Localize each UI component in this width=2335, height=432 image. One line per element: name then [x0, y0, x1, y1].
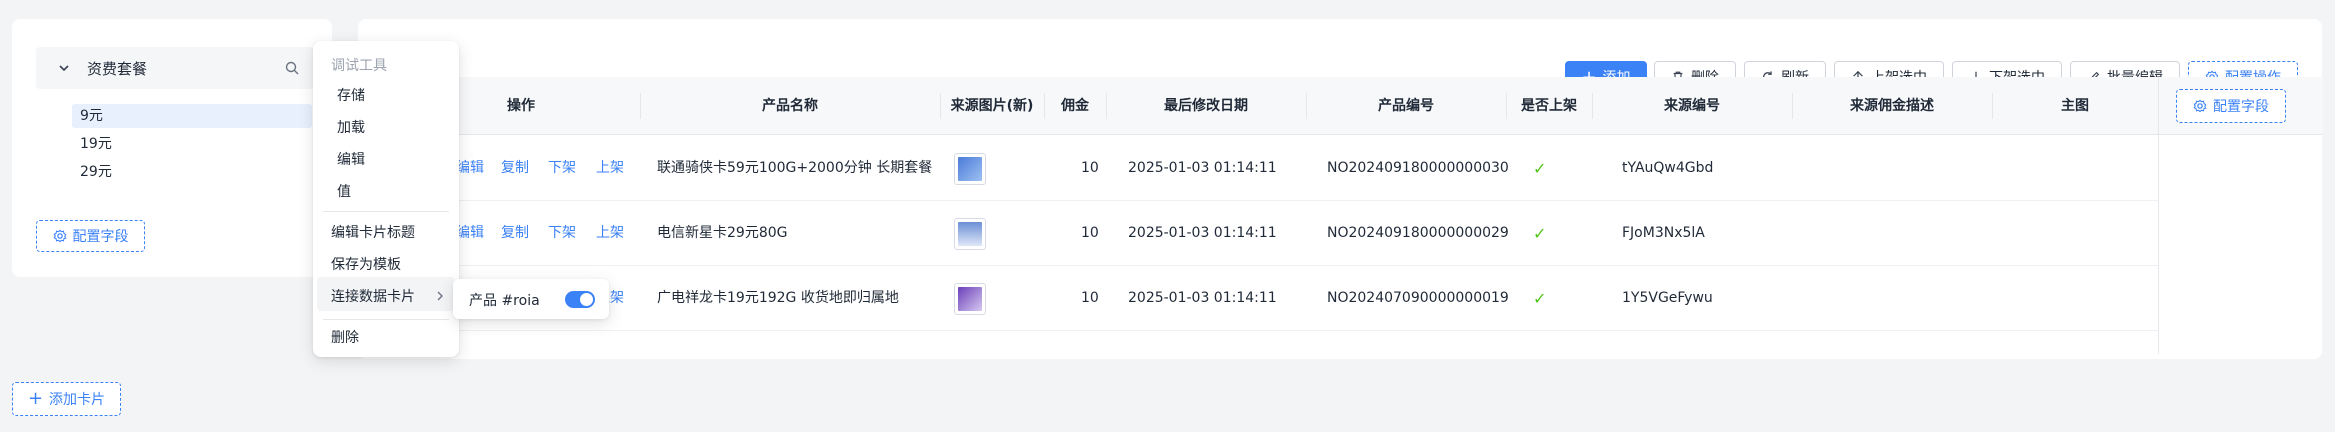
commission: 10	[1081, 290, 1099, 306]
commission: 10	[1081, 225, 1099, 241]
table-config-fields-label: 配置字段	[2213, 99, 2269, 115]
th-source-code: 来源编号	[1664, 98, 1720, 114]
menu-item-load[interactable]: 加载	[337, 117, 365, 137]
menu-group-label: 调试工具	[331, 58, 387, 74]
product-name: 电信新星卡29元80G	[657, 225, 788, 241]
row-edit-link[interactable]: 编辑	[456, 136, 484, 201]
gear-icon	[2193, 99, 2207, 113]
main-table-card: + 添加 删除 刷新 上架选中 下架选中 批量编辑 配置操作 操作 产品名称 来…	[358, 19, 2323, 359]
menu-item-connect-data-card[interactable]: 连接数据卡片	[331, 286, 415, 306]
source-code: 1Y5VGeFywu	[1622, 290, 1713, 306]
config-fields-label: 配置字段	[72, 229, 129, 245]
chevron-down-icon[interactable]	[56, 60, 72, 76]
thumbnail-image	[958, 157, 982, 181]
product-name: 广电祥龙卡19元192G 收货地即归属地	[657, 290, 899, 306]
product-thumbnail[interactable]	[954, 283, 986, 315]
product-code: NO202409180000000029	[1327, 225, 1509, 241]
th-listed: 是否上架	[1521, 98, 1577, 114]
th-modified: 最后修改日期	[1164, 98, 1248, 114]
row-unlist-link[interactable]: 下架	[548, 136, 576, 201]
fixed-column-header: 配置字段	[2159, 77, 2323, 135]
th-commission: 佣金	[1061, 98, 1089, 114]
th-source-desc: 来源佣金描述	[1850, 98, 1934, 114]
menu-divider	[323, 211, 449, 212]
source-code: FJoM3Nx5lA	[1622, 225, 1705, 241]
fixed-right-column: 配置字段	[2158, 77, 2323, 354]
source-code: tYAuQw4Gbd	[1622, 160, 1714, 176]
row-copy-link[interactable]: 复制	[501, 136, 529, 201]
row-list-link[interactable]: 上架	[596, 136, 624, 201]
check-icon: ✓	[1533, 159, 1547, 178]
add-card-button[interactable]: + 添加卡片	[12, 382, 121, 416]
modified-date: 2025-01-03 01:14:11	[1128, 290, 1277, 306]
context-menu: 调试工具 存储 加载 编辑 值 编辑卡片标题 保存为模板 连接数据卡片 删除	[313, 41, 459, 357]
thumbnail-image	[958, 287, 982, 311]
plus-icon: +	[27, 388, 44, 409]
modified-date: 2025-01-03 01:14:11	[1128, 160, 1277, 176]
menu-item-delete[interactable]: 删除	[331, 327, 359, 347]
category-title: 资费套餐	[87, 60, 148, 78]
menu-item-value[interactable]: 值	[337, 181, 351, 201]
config-fields-button[interactable]: 配置字段	[36, 220, 145, 252]
left-card: 资费套餐 9元 19元 29元 配置字段	[12, 19, 332, 277]
th-name: 产品名称	[762, 98, 818, 114]
modified-date: 2025-01-03 01:14:11	[1128, 225, 1277, 241]
commission: 10	[1081, 160, 1099, 176]
table-header: 操作 产品名称 来源图片(新) 佣金 最后修改日期 产品编号 是否上架 来源编号…	[358, 77, 2322, 135]
chevron-right-icon	[437, 291, 443, 301]
menu-item-edit-card-title[interactable]: 编辑卡片标题	[331, 222, 415, 242]
menu-item-save-template[interactable]: 保存为模板	[331, 254, 401, 274]
table-row: 编辑 复制 下架 上架 联通骑侠卡59元100G+2000分钟 长期套餐 10 …	[358, 136, 2158, 201]
product-code: NO202407090000000019	[1327, 290, 1509, 306]
product-thumbnail[interactable]	[954, 153, 986, 185]
price-item-19[interactable]: 19元	[72, 132, 312, 156]
row-list-link[interactable]: 上架	[596, 201, 624, 266]
price-item-29[interactable]: 29元	[72, 160, 312, 184]
th-main-image: 主图	[2061, 98, 2089, 114]
row-edit-link[interactable]: 编辑	[456, 201, 484, 266]
product-name: 联通骑侠卡59元100G+2000分钟 长期套餐	[657, 160, 933, 176]
thumbnail-image	[958, 222, 982, 246]
row-unlist-link[interactable]: 下架	[548, 201, 576, 266]
product-code: NO202409180000000030	[1327, 160, 1509, 176]
menu-divider	[323, 319, 449, 320]
menu-item-save[interactable]: 存储	[337, 85, 365, 105]
toggle-knob	[580, 293, 593, 306]
th-image: 来源图片(新)	[950, 98, 1034, 114]
price-item-9[interactable]: 9元	[72, 104, 312, 128]
data-card-submenu: 产品 #roia	[453, 279, 609, 319]
table-row: 编辑 复制 下架 上架 电信新星卡29元80G 10 2025-01-03 01…	[358, 201, 2158, 266]
category-header[interactable]: 资费套餐	[36, 47, 314, 89]
gear-icon	[53, 229, 66, 243]
product-thumbnail[interactable]	[954, 218, 986, 250]
check-icon: ✓	[1533, 224, 1547, 243]
table-config-fields-button[interactable]: 配置字段	[2176, 89, 2286, 123]
th-code: 产品编号	[1378, 98, 1434, 114]
connect-toggle[interactable]	[565, 291, 595, 308]
check-icon: ✓	[1533, 289, 1547, 308]
table-row: 上架 广电祥龙卡19元192G 收货地即归属地 10 2025-01-03 01…	[358, 266, 2158, 331]
th-actions: 操作	[507, 98, 535, 114]
row-copy-link[interactable]: 复制	[501, 201, 529, 266]
search-icon[interactable]	[284, 60, 300, 76]
menu-item-edit[interactable]: 编辑	[337, 149, 365, 169]
submenu-item-label: 产品 #roia	[469, 293, 540, 309]
add-card-label: 添加卡片	[49, 392, 106, 408]
